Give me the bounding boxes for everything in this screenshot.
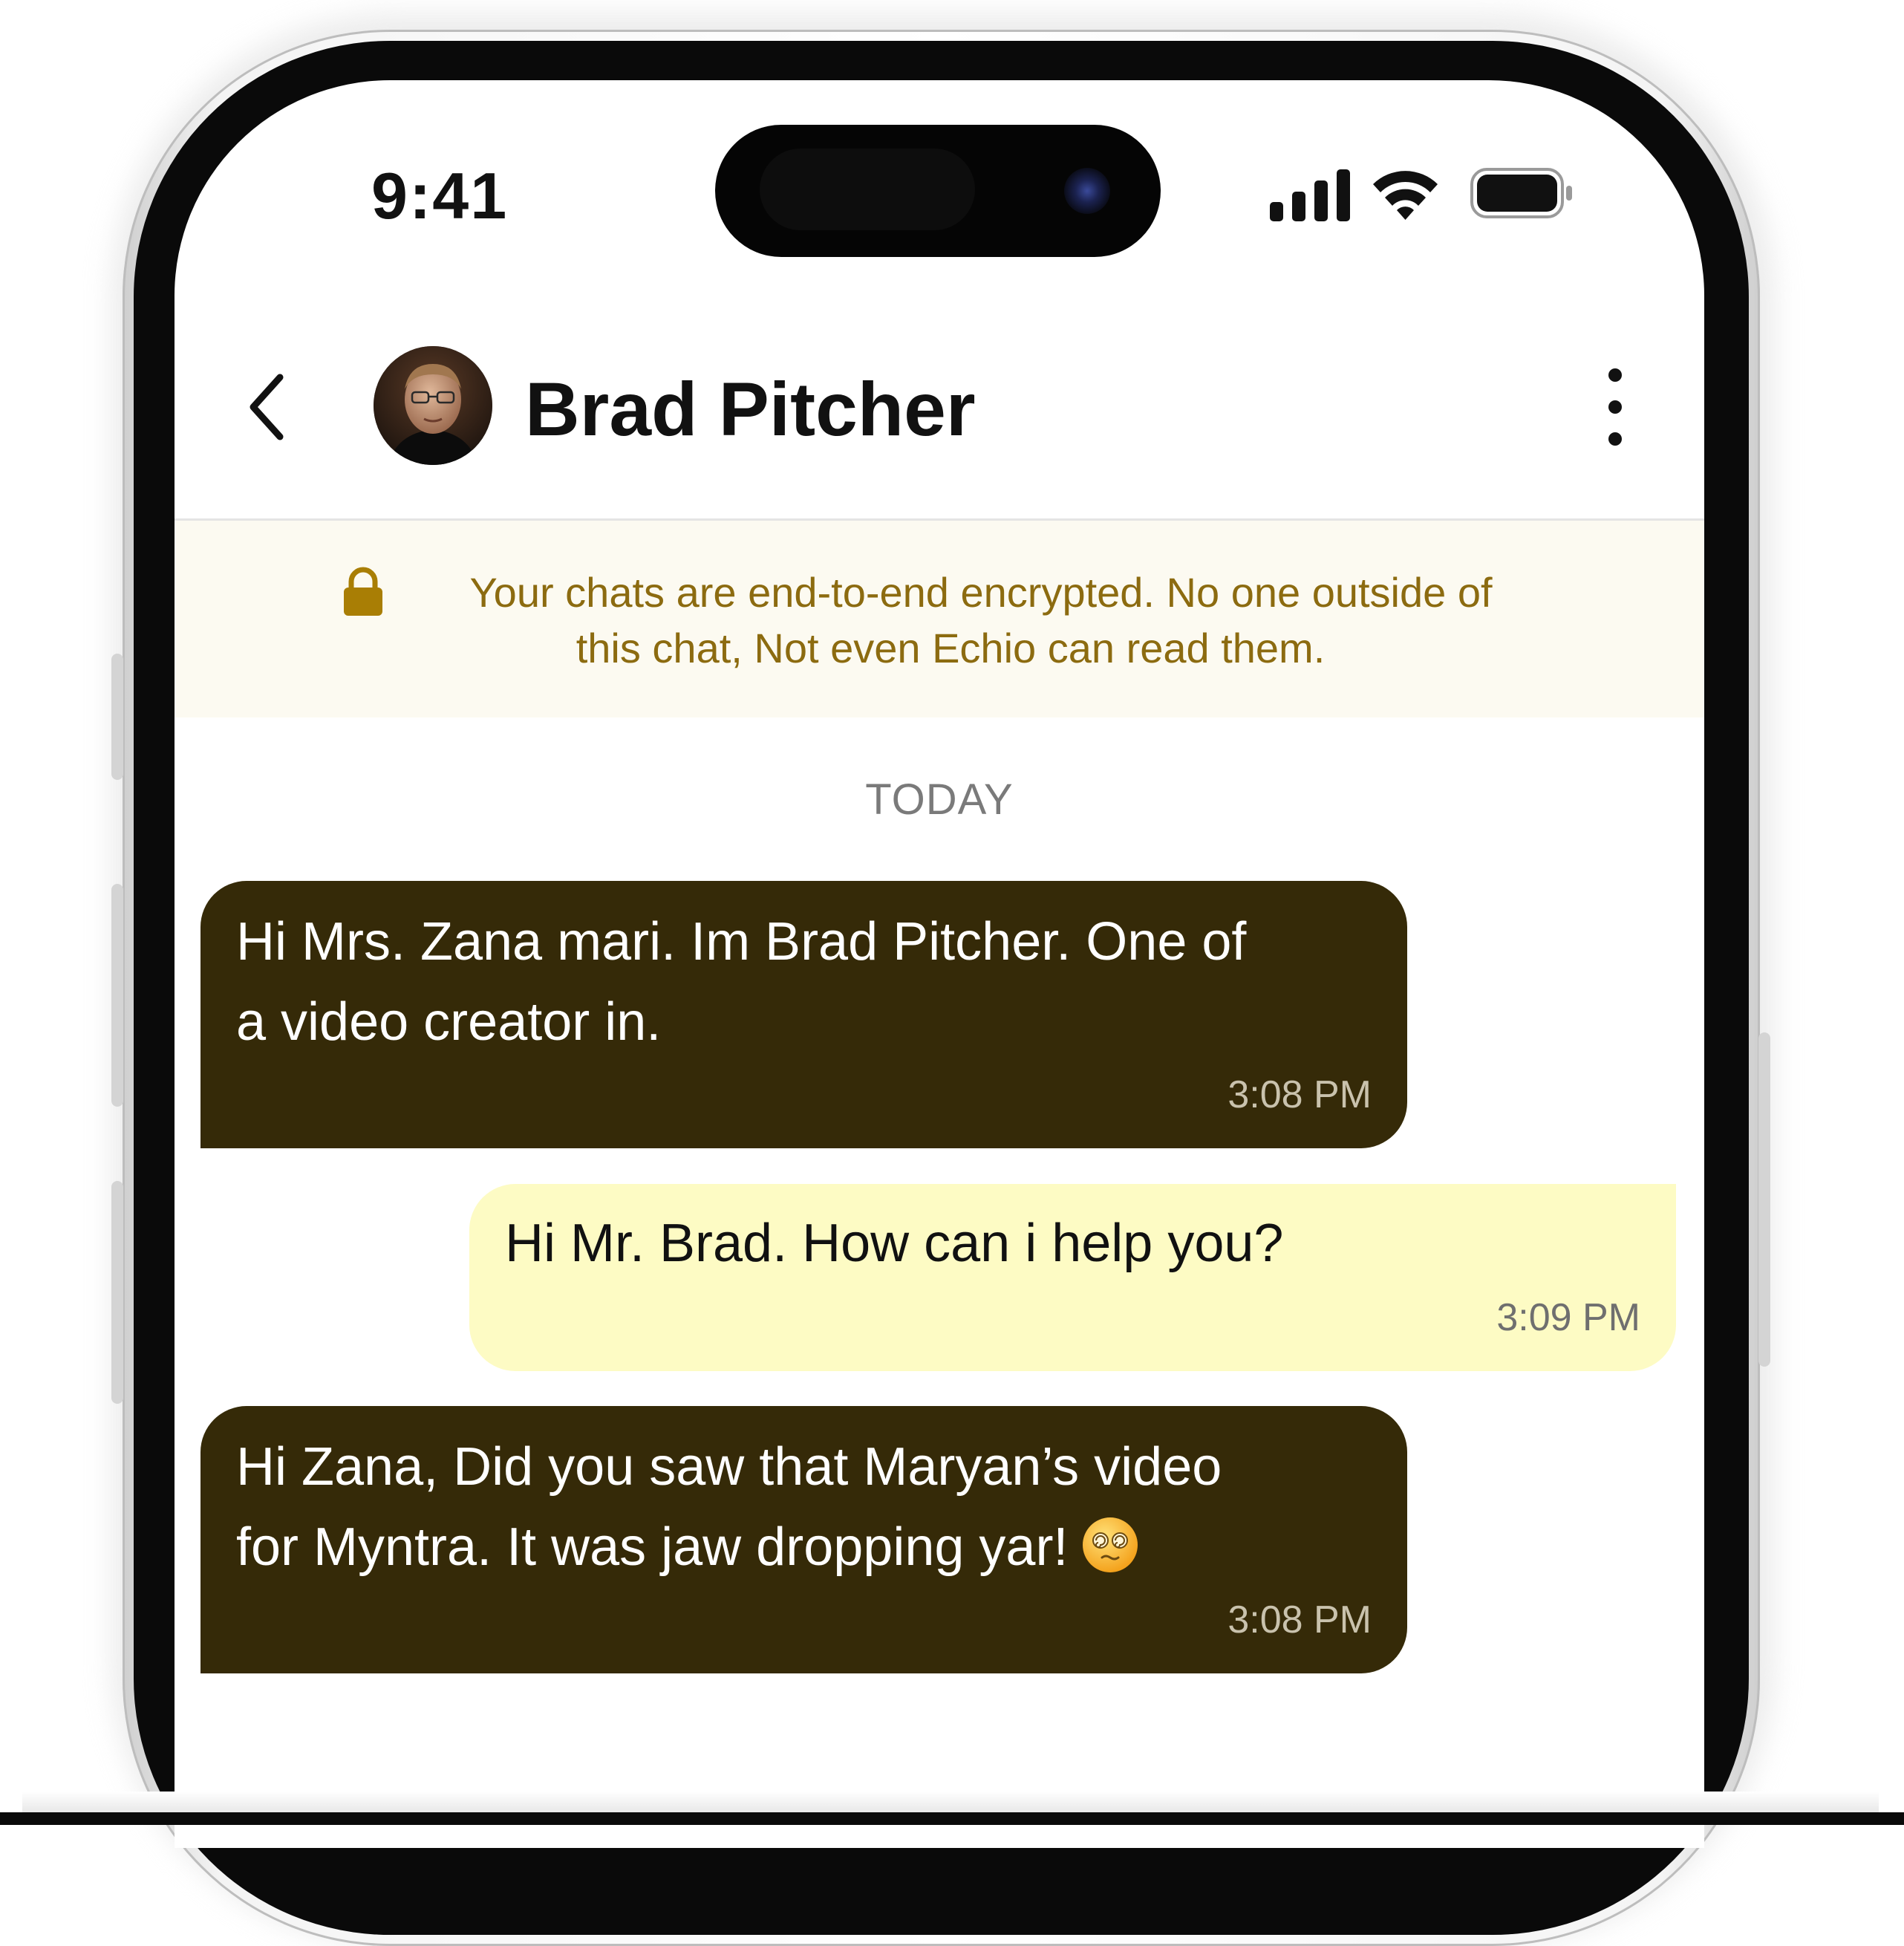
phone-bottom-edge — [0, 1812, 1904, 1825]
front-camera — [1064, 168, 1110, 214]
volume-up-button — [111, 884, 123, 1107]
message-timestamp: 3:08 PM — [1228, 1598, 1372, 1641]
message-text: Hi Mr. Brad. How can i help you? — [505, 1203, 1283, 1283]
status-time: 9:41 — [371, 159, 509, 232]
vertical-ellipsis-icon[interactable] — [1600, 366, 1630, 448]
message-bubble-incoming[interactable]: Hi Mrs. Zana mari. Im Brad Pitcher. One … — [200, 881, 1407, 1148]
date-separator: TODAY — [865, 775, 1014, 824]
encryption-notice-line-2: this chat, Not even Echio can read them. — [576, 625, 1326, 671]
silent-switch — [111, 654, 123, 780]
wifi-icon — [1373, 171, 1438, 220]
dizzy-face-emoji-icon — [1083, 1517, 1138, 1572]
cellular-signal-icon — [1270, 169, 1350, 221]
phone-bottom-shadow — [22, 1792, 1879, 1812]
avatar[interactable] — [374, 346, 492, 465]
message-line-with-emoji: for Myntra. It was jaw dropping yar! — [236, 1507, 1222, 1587]
chevron-left-icon[interactable] — [241, 370, 293, 444]
message-line: Hi Mr. Brad. How can i help you? — [505, 1214, 1284, 1273]
message-line: Hi Zana, Did you saw that Maryan’s video — [236, 1437, 1222, 1497]
message-text: Hi Zana, Did you saw that Maryan’s video… — [236, 1427, 1222, 1587]
island-sensor — [760, 149, 975, 230]
message-timestamp: 3:08 PM — [1228, 1073, 1372, 1116]
message-line: a video creator in. — [236, 992, 662, 1052]
dynamic-island — [715, 125, 1161, 257]
message-bubble-incoming[interactable]: Hi Zana, Did you saw that Maryan’s video… — [200, 1406, 1407, 1673]
battery-icon — [1470, 168, 1572, 218]
message-text: Hi Mrs. Zana mari. Im Brad Pitcher. One … — [236, 902, 1246, 1062]
encryption-notice-text: Your chats are end-to-end encrypted. No … — [308, 564, 1593, 676]
contact-name[interactable]: Brad Pitcher — [525, 366, 976, 453]
phone-screen: 9:41 Brad Pitcher Your chats are end-to-… — [175, 80, 1704, 1848]
message-timestamp: 3:09 PM — [1496, 1296, 1640, 1339]
volume-down-button — [111, 1181, 123, 1404]
avatar-photo — [374, 346, 492, 465]
message-bubble-outgoing[interactable]: Hi Mr. Brad. How can i help you? 3:09 PM — [469, 1184, 1676, 1371]
power-button — [1758, 1032, 1770, 1367]
message-line: Hi Mrs. Zana mari. Im Brad Pitcher. One … — [236, 912, 1247, 972]
encryption-notice-line-1: Your chats are end-to-end encrypted. No … — [469, 569, 1493, 616]
message-line: for Myntra. It was jaw dropping yar! — [236, 1517, 1069, 1577]
